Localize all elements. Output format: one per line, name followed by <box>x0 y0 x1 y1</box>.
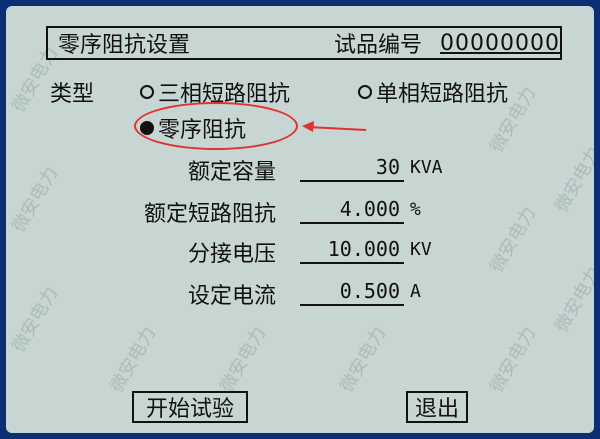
type-label: 类型 <box>50 82 95 107</box>
lcd-screen: 微安电力 微安电力 微安电力 微安电力 微安电力 微安电力 微安电力 微安电力 … <box>6 6 594 433</box>
rated-impedance-input[interactable]: 4.000 <box>300 196 404 224</box>
watermark: 微安电力 <box>551 143 594 217</box>
annotation-arrow-icon <box>302 121 367 132</box>
radio-empty-icon <box>140 85 154 99</box>
rated-impedance-unit: % <box>410 199 421 220</box>
title-bar: 零序阻抗设置 试品编号 00000000 <box>46 26 562 60</box>
watermark: 微安电力 <box>106 323 161 397</box>
watermark: 微安电力 <box>486 323 541 397</box>
start-test-button[interactable]: 开始试验 <box>132 391 248 423</box>
watermark: 微安电力 <box>216 323 271 397</box>
radio-single-phase[interactable]: 单相短路阻抗 <box>358 76 508 108</box>
radio-empty-icon <box>358 85 372 99</box>
tap-voltage-unit: KV <box>410 239 432 260</box>
rated-impedance-label: 额定短路阻抗 <box>143 202 276 227</box>
watermark: 微安电力 <box>8 163 63 237</box>
radio-label: 单相短路阻抗 <box>376 82 509 107</box>
watermark: 微安电力 <box>8 283 63 357</box>
watermark: 微安电力 <box>486 203 541 277</box>
exit-button[interactable]: 退出 <box>406 391 468 423</box>
rated-capacity-unit: KVA <box>410 157 443 178</box>
sample-label: 试品编号 <box>334 33 423 58</box>
sample-id[interactable]: 00000000 <box>440 31 560 56</box>
set-current-label: 设定电流 <box>187 284 276 309</box>
rated-capacity-label: 额定容量 <box>187 160 276 185</box>
set-current-unit: A <box>410 281 421 302</box>
highlight-ring <box>134 102 298 150</box>
watermark: 微安电力 <box>551 263 594 337</box>
tap-voltage-input[interactable]: 10.000 <box>300 236 404 264</box>
tap-voltage-label: 分接电压 <box>187 242 276 267</box>
rated-capacity-input[interactable]: 30 <box>300 154 404 182</box>
watermark: 微安电力 <box>336 323 391 397</box>
set-current-input[interactable]: 0.500 <box>300 278 404 306</box>
page-title: 零序阻抗设置 <box>58 33 191 58</box>
